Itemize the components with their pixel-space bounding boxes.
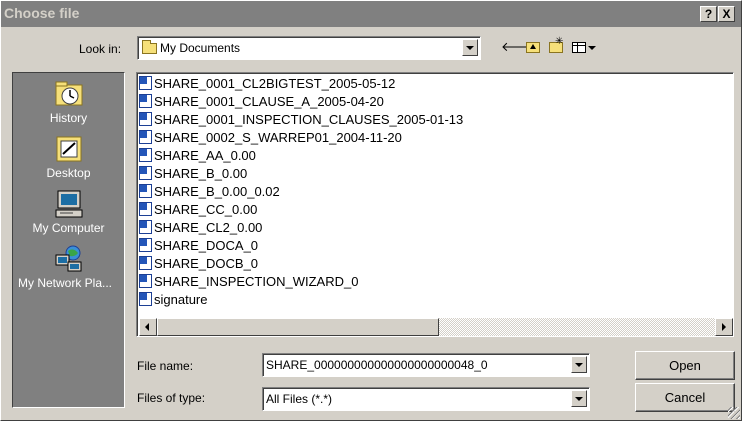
file-name: SHARE_0001_CL2BIGTEST_2005-05-12 bbox=[154, 76, 396, 91]
file-name: signature bbox=[154, 292, 208, 307]
file-name: SHARE_0001_INSPECTION_CLAUSES_2005-01-13 bbox=[154, 112, 464, 127]
choose-file-dialog: Choose file ? X Look in: My Documents 🡐 … bbox=[0, 0, 742, 421]
places-item-label: My Network Pla... bbox=[18, 276, 113, 290]
list-item[interactable]: SHARE_0001_CL2BIGTEST_2005-05-12 bbox=[139, 75, 395, 93]
file-name-combo[interactable]: SHARE_000000000000000000000048_0 bbox=[262, 353, 590, 377]
files-of-type-dropdown[interactable]: All Files (*.*) bbox=[262, 387, 590, 411]
places-item-my-computer[interactable]: My Computer bbox=[13, 187, 124, 239]
list-item[interactable]: SHARE_DOCA_0 bbox=[139, 237, 258, 255]
file-name: SHARE_INSPECTION_WIZARD_0 bbox=[154, 274, 359, 289]
document-icon bbox=[139, 256, 152, 270]
window-title: Choose file bbox=[4, 5, 80, 21]
look-in-value: My Documents bbox=[160, 41, 241, 55]
places-bar: History Desktop My Computer My Network P… bbox=[12, 72, 125, 408]
list-item[interactable]: signature bbox=[139, 291, 207, 309]
files-of-type-label: Files of type: bbox=[137, 391, 206, 405]
list-item[interactable]: SHARE_CL2_0.00 bbox=[139, 219, 262, 237]
resize-grip-icon[interactable] bbox=[728, 407, 740, 419]
create-new-folder-icon[interactable] bbox=[546, 33, 566, 56]
list-item[interactable]: SHARE_DOCB_0 bbox=[139, 255, 258, 273]
up-one-level-icon[interactable] bbox=[523, 38, 543, 56]
places-item-label: Desktop bbox=[46, 166, 91, 180]
close-button[interactable]: X bbox=[718, 6, 735, 22]
file-name: SHARE_0001_CLAUSE_A_2005-04-20 bbox=[154, 94, 384, 109]
list-item[interactable]: SHARE_0001_INSPECTION_CLAUSES_2005-01-13 bbox=[139, 111, 463, 129]
places-item-label: History bbox=[49, 111, 88, 125]
file-name-value[interactable]: SHARE_000000000000000000000048_0 bbox=[266, 358, 488, 372]
document-icon bbox=[139, 94, 152, 108]
view-menu-icon[interactable] bbox=[569, 38, 599, 56]
folder-icon bbox=[142, 40, 157, 54]
look-in-dropdown[interactable]: My Documents bbox=[137, 36, 481, 60]
document-icon bbox=[139, 148, 152, 162]
title-bar[interactable]: Choose file ? X bbox=[1, 1, 741, 27]
file-name: SHARE_0002_S_WARREP01_2004-11-20 bbox=[154, 130, 402, 145]
scroll-right-button[interactable] bbox=[715, 318, 733, 336]
my-network-places-icon bbox=[55, 245, 82, 272]
chevron-down-icon[interactable] bbox=[571, 356, 587, 373]
file-list[interactable]: SHARE_0001_CL2BIGTEST_2005-05-12 SHARE_0… bbox=[136, 72, 734, 337]
document-icon bbox=[139, 220, 152, 234]
file-name: SHARE_CL2_0.00 bbox=[154, 220, 263, 235]
chevron-down-icon[interactable] bbox=[462, 39, 478, 56]
back-arrow-icon[interactable]: 🡐 bbox=[501, 38, 536, 56]
files-of-type-value: All Files (*.*) bbox=[266, 392, 333, 406]
file-name: SHARE_AA_0.00 bbox=[154, 148, 256, 163]
document-icon bbox=[139, 292, 152, 306]
look-in-label: Look in: bbox=[79, 42, 122, 56]
list-item[interactable]: SHARE_B_0.00_0.02 bbox=[139, 183, 280, 201]
file-name: SHARE_B_0.00_0.02 bbox=[154, 184, 280, 199]
file-name: SHARE_B_0.00 bbox=[154, 166, 248, 181]
list-item[interactable]: SHARE_AA_0.00 bbox=[139, 147, 256, 165]
list-item[interactable]: SHARE_INSPECTION_WIZARD_0 bbox=[139, 273, 358, 291]
document-icon bbox=[139, 238, 152, 252]
my-computer-icon bbox=[55, 190, 83, 218]
history-icon bbox=[55, 81, 83, 106]
horizontal-scrollbar[interactable] bbox=[139, 318, 733, 336]
places-item-my-network-places[interactable]: My Network Pla... bbox=[13, 242, 124, 294]
document-icon bbox=[139, 202, 152, 216]
desktop-icon bbox=[56, 136, 82, 162]
places-item-label: My Computer bbox=[32, 221, 105, 235]
file-name-label: File name: bbox=[137, 359, 194, 373]
help-button[interactable]: ? bbox=[700, 6, 717, 22]
document-icon bbox=[139, 112, 152, 126]
places-item-desktop[interactable]: Desktop bbox=[13, 132, 124, 184]
scrollbar-thumb[interactable] bbox=[157, 318, 439, 336]
places-item-history[interactable]: History bbox=[13, 77, 124, 129]
open-button[interactable]: Open bbox=[635, 351, 735, 380]
cancel-button[interactable]: Cancel bbox=[635, 383, 735, 412]
chevron-down-icon[interactable] bbox=[571, 390, 587, 407]
list-item[interactable]: SHARE_B_0.00 bbox=[139, 165, 247, 183]
document-icon bbox=[139, 76, 152, 90]
scroll-left-button[interactable] bbox=[139, 318, 157, 336]
file-name: SHARE_DOCB_0 bbox=[154, 256, 259, 271]
document-icon bbox=[139, 130, 152, 144]
list-item[interactable]: SHARE_0001_CLAUSE_A_2005-04-20 bbox=[139, 93, 384, 111]
list-item[interactable]: SHARE_0002_S_WARREP01_2004-11-20 bbox=[139, 129, 402, 147]
document-icon bbox=[139, 166, 152, 180]
list-item[interactable]: SHARE_CC_0.00 bbox=[139, 201, 257, 219]
document-icon bbox=[139, 184, 152, 198]
document-icon bbox=[139, 274, 152, 288]
file-name: SHARE_DOCA_0 bbox=[154, 238, 259, 253]
file-name: SHARE_CC_0.00 bbox=[154, 202, 258, 217]
